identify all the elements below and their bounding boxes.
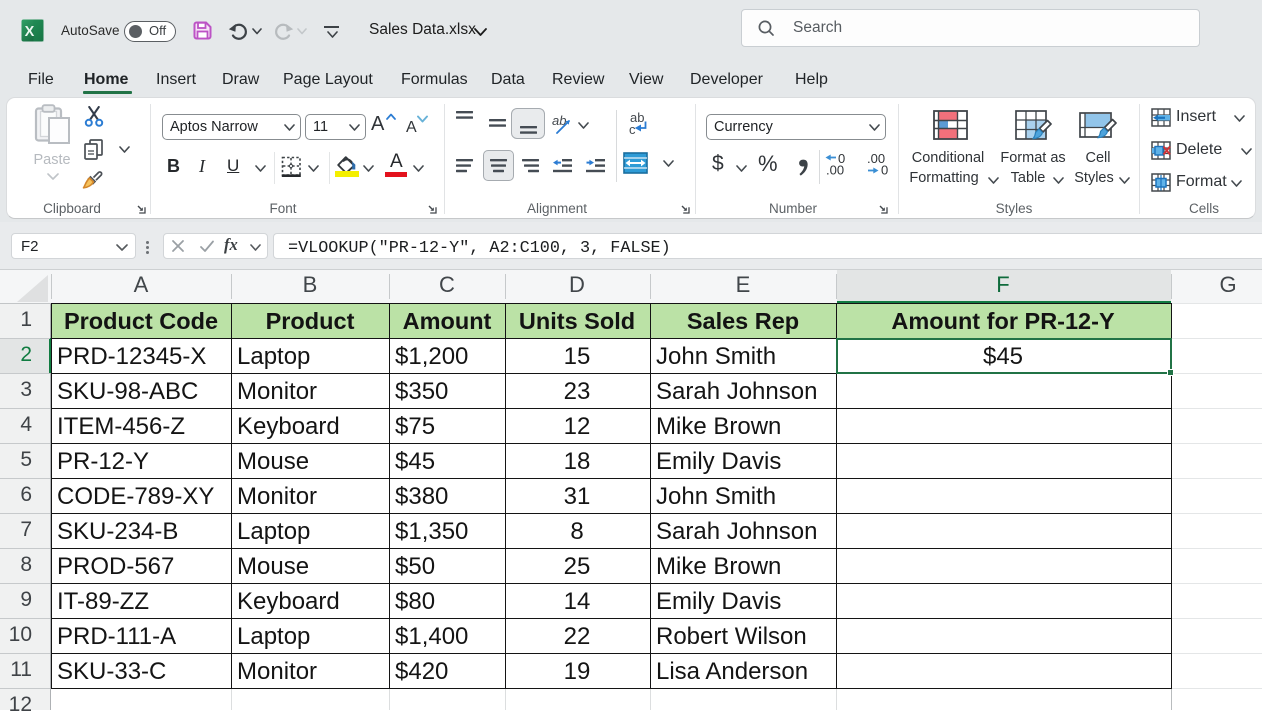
- svg-text:.00: .00: [826, 163, 844, 178]
- svg-text:c: c: [629, 122, 636, 137]
- svg-text:0: 0: [881, 163, 888, 178]
- svg-text:X: X: [25, 24, 35, 40]
